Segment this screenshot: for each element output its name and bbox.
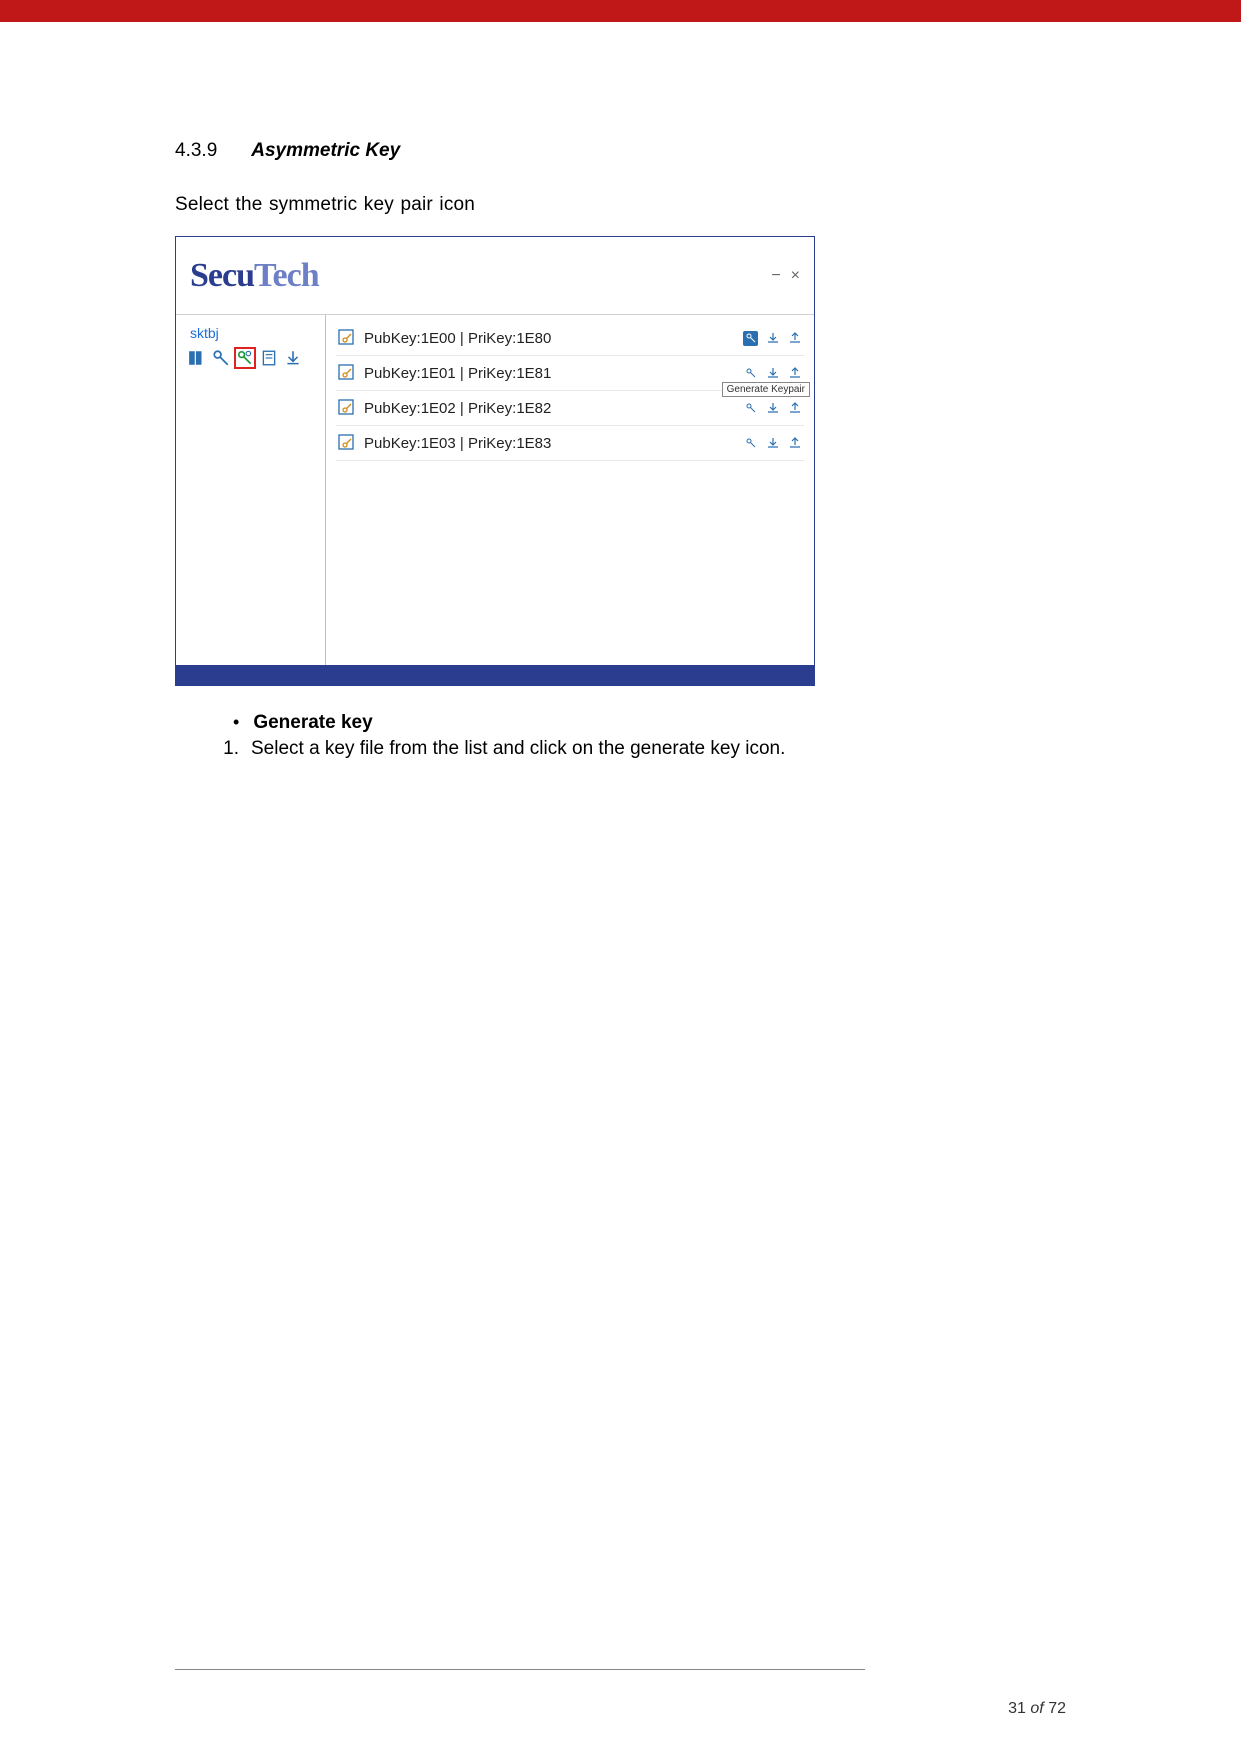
page-number: 31: [1008, 1700, 1026, 1717]
app-logo: SecuTech: [190, 257, 319, 295]
export-icon[interactable]: [787, 331, 802, 346]
app-status-bar: [176, 665, 814, 685]
step-number: 1.: [215, 738, 239, 760]
export-icon[interactable]: [787, 366, 802, 381]
key-icon[interactable]: [212, 349, 230, 367]
sidebar-toolbar: [184, 349, 317, 367]
bullet-label: Generate key: [253, 712, 372, 734]
window-controls: − ×: [771, 267, 800, 285]
keyfile-icon: [338, 364, 356, 382]
instruction-block: • Generate key 1. Select a key file from…: [175, 712, 1066, 760]
numbered-step: 1. Select a key file from the list and c…: [215, 738, 1066, 760]
generate-keypair-icon[interactable]: [743, 331, 758, 346]
document-icon[interactable]: [260, 349, 278, 367]
logo-main: Secu: [190, 257, 254, 294]
generate-keypair-icon[interactable]: [743, 436, 758, 451]
import-icon[interactable]: [765, 401, 780, 416]
step-text: Select a key file from the list and clic…: [251, 738, 785, 760]
keyfile-icon: [338, 329, 356, 347]
download-icon[interactable]: [284, 349, 302, 367]
export-icon[interactable]: [787, 401, 802, 416]
app-body: sktbj: [176, 315, 814, 665]
sidebar-device-label[interactable]: sktbj: [184, 325, 317, 341]
page-content: 4.3.9 Asymmetric Key Select the symmetric…: [0, 22, 1241, 760]
footer-rule: [175, 1669, 865, 1670]
key-label: PubKey:1E01 | PriKey:1E81: [364, 365, 551, 382]
intro-text: Select the symmetric key pair icon: [175, 194, 1066, 216]
keyfile-icon: [338, 399, 356, 417]
page-of: of: [1030, 1700, 1043, 1717]
row-actions: [743, 436, 802, 451]
key-row[interactable]: PubKey:1E00 | PriKey:1E80: [336, 321, 804, 356]
bullet-item: • Generate key: [233, 712, 1066, 734]
page-footer: 31 of 72: [1008, 1700, 1066, 1718]
export-icon[interactable]: [787, 436, 802, 451]
tooltip-generate-keypair: Generate Keypair: [722, 382, 810, 397]
generate-keypair-icon[interactable]: [743, 401, 758, 416]
keyfile-icon: [338, 434, 356, 452]
section-number: 4.3.9: [175, 140, 217, 162]
key-label: PubKey:1E02 | PriKey:1E82: [364, 400, 551, 417]
generate-keypair-icon[interactable]: [743, 366, 758, 381]
section-title: Asymmetric Key: [251, 140, 400, 161]
import-icon[interactable]: [765, 366, 780, 381]
key-list: PubKey:1E00 | PriKey:1E80 PubKey:1E01 | …: [326, 315, 814, 665]
sidebar: sktbj: [176, 315, 326, 665]
key-row[interactable]: PubKey:1E01 | PriKey:1E81 Generate Keypa…: [336, 356, 804, 391]
keypair-icon[interactable]: [236, 349, 254, 367]
top-red-bar: [0, 0, 1241, 22]
row-actions: Generate Keypair: [743, 366, 802, 381]
users-icon[interactable]: [188, 349, 206, 367]
app-titlebar: SecuTech − ×: [176, 237, 814, 315]
bullet-dot-icon: •: [233, 713, 239, 731]
close-button[interactable]: ×: [791, 267, 800, 285]
key-label: PubKey:1E03 | PriKey:1E83: [364, 435, 551, 452]
logo-sub: Tech: [254, 257, 319, 294]
key-label: PubKey:1E00 | PriKey:1E80: [364, 330, 551, 347]
page-total: 72: [1048, 1700, 1066, 1717]
section-heading: 4.3.9 Asymmetric Key: [175, 140, 1066, 162]
import-icon[interactable]: [765, 436, 780, 451]
import-icon[interactable]: [765, 331, 780, 346]
app-window: SecuTech − × sktbj: [175, 236, 815, 686]
key-row[interactable]: PubKey:1E03 | PriKey:1E83: [336, 426, 804, 461]
row-actions: [743, 401, 802, 416]
minimize-button[interactable]: −: [771, 267, 780, 285]
row-actions: [743, 331, 802, 346]
